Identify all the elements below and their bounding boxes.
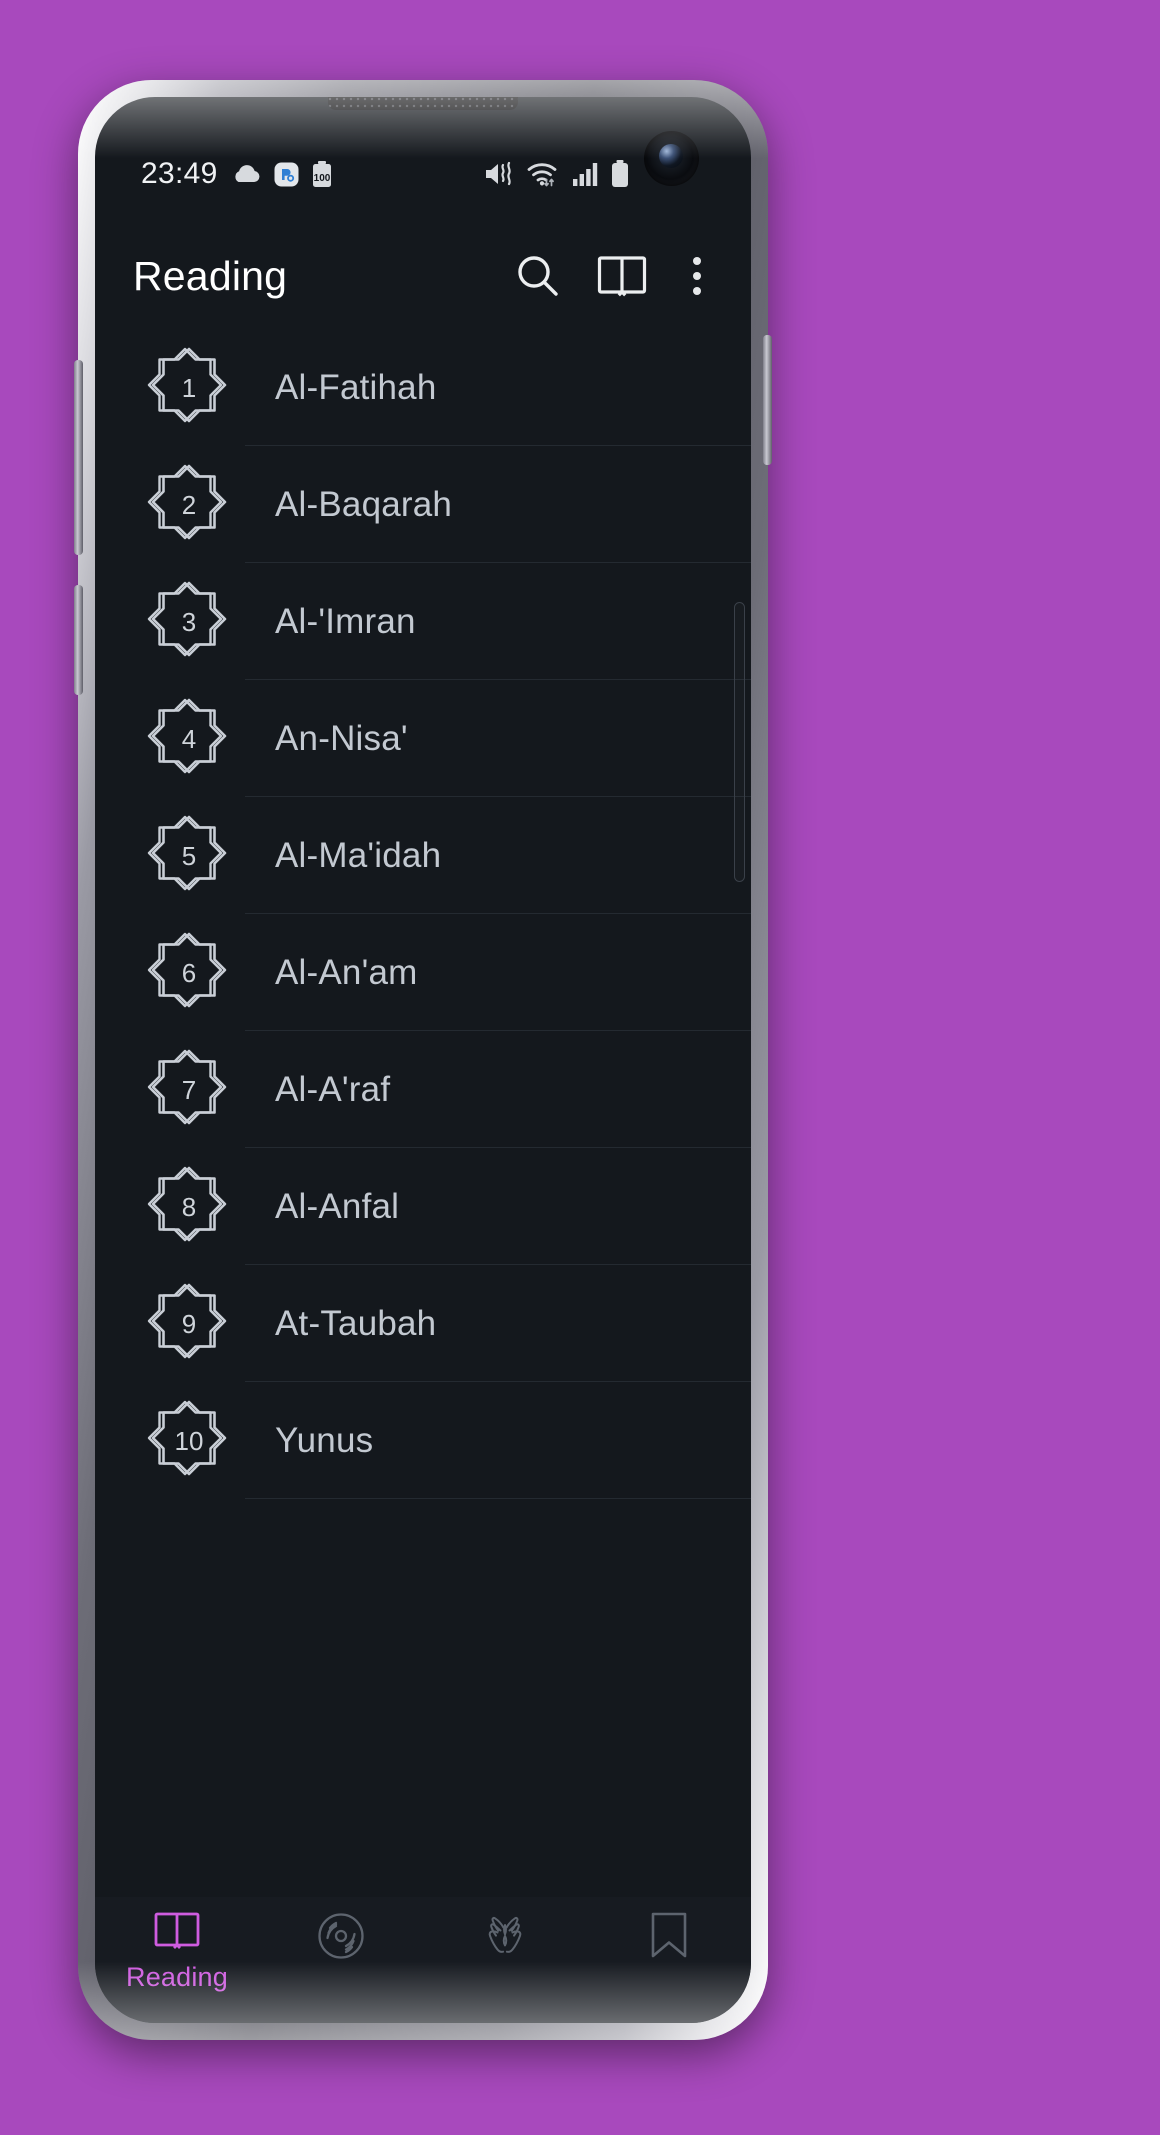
surah-list-item[interactable]: 4 An-Nisa' bbox=[95, 680, 751, 797]
surah-number: 10 bbox=[174, 1425, 204, 1456]
surah-number-badge-icon: 3 bbox=[147, 580, 231, 664]
surah-number-badge-icon: 4 bbox=[147, 697, 231, 781]
surah-list-item[interactable]: 6 Al-An'am bbox=[95, 914, 751, 1031]
nav-item-dua[interactable] bbox=[423, 1911, 587, 1962]
search-icon bbox=[518, 256, 558, 296]
nav-item-reading[interactable]: Reading bbox=[95, 1911, 259, 1993]
wifi-icon bbox=[527, 163, 557, 187]
earpiece-speaker-icon bbox=[328, 97, 518, 110]
nav-item-label-reading: Reading bbox=[126, 1962, 228, 1992]
surah-number-badge-icon: 6 bbox=[147, 931, 231, 1015]
open-book-button[interactable] bbox=[597, 254, 647, 298]
vinyl-record-icon bbox=[316, 1911, 366, 1966]
surah-number: 1 bbox=[181, 372, 197, 403]
surah-number-badge-icon: 9 bbox=[147, 1282, 231, 1366]
surah-number: 4 bbox=[181, 723, 197, 754]
status-bar: 23:49 100 bbox=[95, 149, 751, 199]
surah-list-item[interactable]: 1 Al-Fatihah bbox=[95, 329, 751, 446]
surah-number-badge-icon: 7 bbox=[147, 1048, 231, 1132]
surah-list-item[interactable]: 8 Al-Anfal bbox=[95, 1148, 751, 1265]
surah-number-badge-icon: 10 bbox=[147, 1399, 231, 1483]
phone-frame: 23:49 100 Reading 1 Al-Fatihah 2 Al-Baqa… bbox=[74, 80, 772, 2040]
surah-number-badge-icon: 5 bbox=[147, 814, 231, 898]
surah-list-item[interactable]: 9 At-Taubah bbox=[95, 1265, 751, 1382]
search-button[interactable] bbox=[513, 251, 563, 301]
sync-badge-icon bbox=[274, 162, 299, 186]
surah-number: 2 bbox=[181, 489, 197, 520]
surah-number: 7 bbox=[181, 1074, 197, 1105]
surah-title: Al-Ma'idah bbox=[275, 835, 442, 875]
surah-title: Al-'Imran bbox=[275, 601, 416, 641]
mute-vibrate-icon bbox=[486, 161, 511, 186]
surah-number: 3 bbox=[181, 606, 197, 637]
battery-icon bbox=[612, 160, 628, 187]
list-scrollbar[interactable] bbox=[734, 602, 745, 882]
surah-list[interactable]: 1 Al-Fatihah 2 Al-Baqarah 3 Al-'Imran 4 An-Nisa… bbox=[95, 329, 751, 1897]
surah-list-item[interactable]: 10 Yunus bbox=[95, 1382, 751, 1499]
page-title: Reading bbox=[133, 252, 288, 299]
surah-title: At-Taubah bbox=[275, 1303, 437, 1343]
status-bar-left: 23:49 100 bbox=[141, 157, 332, 191]
bixby-button[interactable] bbox=[74, 585, 83, 695]
surah-number-badge-icon: 2 bbox=[147, 463, 231, 547]
nav-item-bookmark[interactable] bbox=[587, 1911, 751, 1964]
app-bar: Reading bbox=[95, 223, 751, 329]
status-bar-right bbox=[483, 160, 705, 188]
surah-number-badge-icon: 1 bbox=[147, 346, 231, 430]
surah-title: Al-Fatihah bbox=[275, 367, 437, 407]
surah-number-badge-icon: 8 bbox=[147, 1165, 231, 1249]
surah-list-item[interactable]: 7 Al-A'raf bbox=[95, 1031, 751, 1148]
open-book-icon bbox=[597, 256, 647, 297]
surah-title: An-Nisa' bbox=[275, 718, 408, 758]
surah-title: Al-Baqarah bbox=[275, 484, 453, 524]
surah-number: 5 bbox=[181, 840, 197, 871]
surah-title: Yunus bbox=[275, 1420, 374, 1460]
open-book-icon bbox=[154, 1911, 200, 1956]
overflow-menu-button[interactable] bbox=[681, 257, 713, 295]
volume-up-button[interactable] bbox=[74, 360, 83, 555]
nav-item-audio[interactable] bbox=[259, 1911, 423, 1966]
status-clock: 23:49 bbox=[141, 157, 218, 190]
surah-number: 8 bbox=[181, 1191, 197, 1222]
power-button[interactable] bbox=[763, 335, 772, 465]
surah-title: Al-Anfal bbox=[275, 1186, 400, 1226]
cellular-signal-icon bbox=[573, 163, 598, 186]
bottom-navigation-bar: Reading bbox=[95, 1897, 751, 2023]
battery-100-icon: 100 bbox=[312, 160, 331, 187]
surah-title: Al-An'am bbox=[275, 952, 418, 992]
surah-list-item[interactable]: 3 Al-'Imran bbox=[95, 563, 751, 680]
surah-number: 9 bbox=[181, 1308, 197, 1339]
app-bar-actions bbox=[513, 251, 713, 301]
surah-number: 6 bbox=[181, 957, 197, 988]
cloud-icon bbox=[234, 165, 260, 182]
praying-hands-icon bbox=[479, 1911, 531, 1962]
phone-screen: 23:49 100 Reading 1 Al-Fatihah 2 Al-Baqa… bbox=[95, 97, 751, 2023]
surah-title: Al-A'raf bbox=[275, 1069, 391, 1109]
surah-list-item[interactable]: 5 Al-Ma'idah bbox=[95, 797, 751, 914]
overflow-menu-icon bbox=[681, 257, 713, 295]
surah-list-item[interactable]: 2 Al-Baqarah bbox=[95, 446, 751, 563]
svg-text:100: 100 bbox=[313, 173, 330, 184]
bookmark-icon bbox=[648, 1911, 690, 1964]
